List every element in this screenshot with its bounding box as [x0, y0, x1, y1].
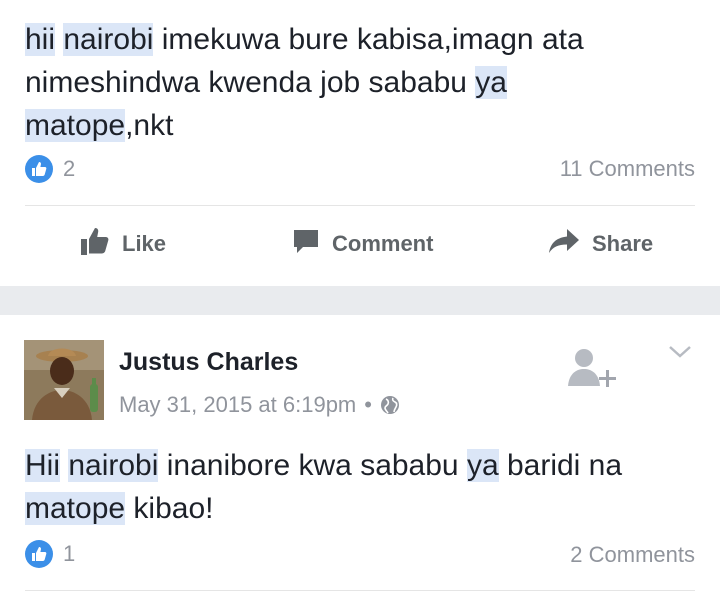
share-label: Share [592, 231, 654, 256]
post-1-text: hii nairobi imekuwa bure kabisa,imagn at… [25, 18, 584, 147]
search-highlight: ya [475, 66, 507, 99]
post-1-line-2: nimeshindwa kwenda job sababu ya [25, 61, 584, 104]
search-highlight: ya [466, 449, 499, 482]
divider [25, 205, 695, 206]
search-highlight: hii [25, 23, 56, 56]
like-reaction-icon [25, 155, 53, 183]
post-2-line-2: matope kibao! [25, 487, 622, 530]
post-2-text: Hii nairobi inanibore kwa sababu ya bari… [25, 444, 622, 530]
post-2-reactions[interactable]: 1 [25, 539, 75, 569]
text-span: inanibore kwa sababu [158, 449, 467, 482]
like-count: 1 [63, 541, 76, 566]
post-2-line-1: Hii nairobi inanibore kwa sababu ya bari… [25, 444, 622, 487]
feed-separator [0, 286, 720, 315]
search-highlight: matope [25, 492, 126, 525]
search-highlight: nairobi [68, 449, 159, 482]
search-highlight: nairobi [63, 23, 154, 56]
post-1-actions: Like Comment Share [0, 214, 720, 274]
like-button[interactable]: Like [80, 214, 166, 274]
post-1-reactions[interactable]: 2 [25, 154, 75, 184]
comment-icon [292, 227, 332, 261]
timestamp[interactable]: May 31, 2015 at 6:19pm [119, 392, 356, 418]
post-meta: May 31, 2015 at 6:19pm • [119, 392, 400, 418]
share-arrow-icon [548, 227, 592, 261]
comment-label: Comment [332, 231, 434, 256]
like-count: 2 [63, 156, 76, 181]
text-span: nimeshindwa kwenda job sababu [25, 66, 476, 99]
share-button[interactable]: Share [548, 214, 653, 274]
text-span: baridi na [498, 449, 623, 482]
thumbs-up-icon [80, 226, 122, 262]
post-1-line-1: hii nairobi imekuwa bure kabisa,imagn at… [25, 18, 584, 61]
globe-icon [380, 395, 400, 415]
add-friend-icon[interactable] [566, 344, 618, 399]
text-span: ,nkt [125, 109, 174, 142]
meta-separator: • [364, 392, 372, 417]
post-1-comments-count[interactable]: 11 Comments [560, 156, 695, 182]
avatar[interactable] [24, 340, 104, 420]
post-1-line-3: matope,nkt [25, 104, 584, 147]
like-label: Like [122, 231, 167, 256]
divider [25, 590, 695, 591]
comment-button[interactable]: Comment [292, 214, 433, 274]
text-span: imekuwa bure kabisa,imagn ata [153, 23, 584, 56]
text-span: kibao! [125, 492, 214, 525]
post-2-comments-count[interactable]: 2 Comments [570, 542, 695, 568]
chevron-down-icon[interactable] [667, 344, 693, 365]
search-highlight: matope [25, 109, 126, 142]
search-highlight: Hii [25, 449, 60, 482]
like-reaction-icon [25, 540, 53, 568]
author-name[interactable]: Justus Charles [119, 348, 298, 377]
